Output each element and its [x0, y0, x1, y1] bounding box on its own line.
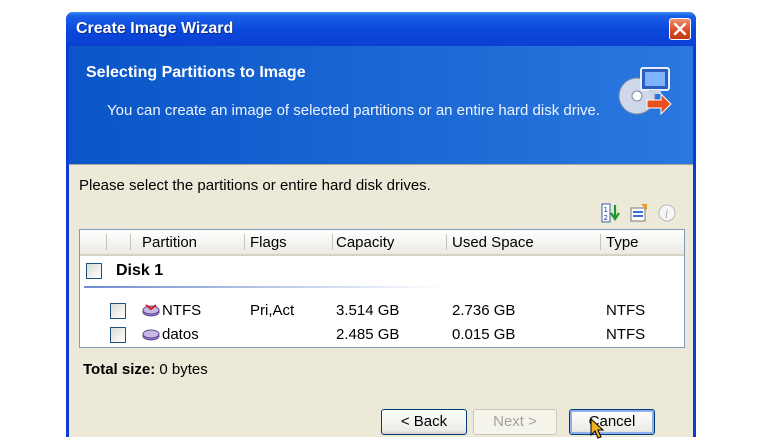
properties-icon[interactable]: [629, 203, 649, 223]
partition-name: NTFS: [162, 302, 202, 319]
mouse-cursor-icon: [590, 418, 604, 439]
column-separator: [600, 234, 601, 250]
partition-checkbox[interactable]: [110, 327, 126, 343]
table-header: Partition Flags Capacity Used Space Type: [80, 230, 684, 256]
sort-icon[interactable]: 1 2: [601, 203, 621, 223]
column-partition[interactable]: Partition: [142, 234, 197, 251]
partition-checkbox[interactable]: [110, 303, 126, 319]
partition-used-space: 0.015 GB: [452, 326, 516, 343]
close-icon: [673, 22, 687, 36]
window-title: Create Image Wizard: [76, 20, 234, 37]
disk-image-icon: [618, 67, 672, 116]
title-bar[interactable]: Create Image Wizard: [66, 12, 696, 46]
svg-text:2: 2: [604, 214, 608, 222]
column-separator: [446, 234, 447, 250]
wizard-window: Create Image Wizard Selecting Partitions…: [66, 12, 696, 437]
partition-table: Partition Flags Capacity Used Space Type…: [79, 229, 685, 348]
column-used-space[interactable]: Used Space: [452, 234, 534, 251]
partition-row[interactable]: NTFS Pri,Act 3.514 GB 2.736 GB NTFS: [80, 300, 684, 322]
close-button[interactable]: [669, 18, 691, 40]
column-capacity[interactable]: Capacity: [336, 234, 394, 251]
partition-row[interactable]: datos 2.485 GB 0.015 GB NTFS: [80, 324, 684, 346]
column-separator: [106, 234, 107, 250]
total-size-label: Total size:: [83, 361, 156, 378]
column-separator: [244, 234, 245, 250]
info-icon[interactable]: i: [657, 203, 677, 223]
total-size-value: 0 bytes: [159, 361, 208, 378]
column-separator: [332, 234, 333, 250]
svg-text:i: i: [665, 207, 669, 221]
header-description: You can create an image of selected part…: [107, 102, 601, 119]
disk-row[interactable]: Disk 1: [80, 260, 684, 288]
wizard-content: Please select the partitions or entire h…: [69, 164, 693, 437]
partition-name: datos: [162, 326, 199, 343]
partition-icon: [142, 329, 160, 341]
total-size: Total size: 0 bytes: [83, 361, 208, 378]
partition-icon: [142, 304, 160, 317]
column-type[interactable]: Type: [606, 234, 639, 251]
partition-capacity: 2.485 GB: [336, 326, 400, 343]
disk-label: Disk 1: [116, 262, 164, 279]
partition-type: NTFS: [606, 302, 646, 319]
disk-divider: [84, 286, 444, 288]
column-separator: [130, 234, 131, 250]
instruction-text: Please select the partitions or entire h…: [79, 177, 431, 194]
disk-checkbox[interactable]: [86, 263, 102, 279]
header-title: Selecting Partitions to Image: [86, 64, 306, 81]
partition-used-space: 2.736 GB: [452, 302, 516, 319]
cancel-button[interactable]: Cancel: [569, 409, 655, 435]
partition-type: NTFS: [606, 326, 646, 343]
table-toolbar: 1 2 i: [601, 203, 677, 223]
partition-capacity: 3.514 GB: [336, 302, 400, 319]
next-button[interactable]: Next >: [473, 409, 557, 435]
column-flags[interactable]: Flags: [250, 234, 287, 251]
svg-text:1: 1: [604, 206, 608, 214]
partition-flags: Pri,Act: [250, 302, 295, 319]
back-button[interactable]: < Back: [381, 409, 467, 435]
wizard-header: Selecting Partitions to Image You can cr…: [69, 46, 693, 164]
